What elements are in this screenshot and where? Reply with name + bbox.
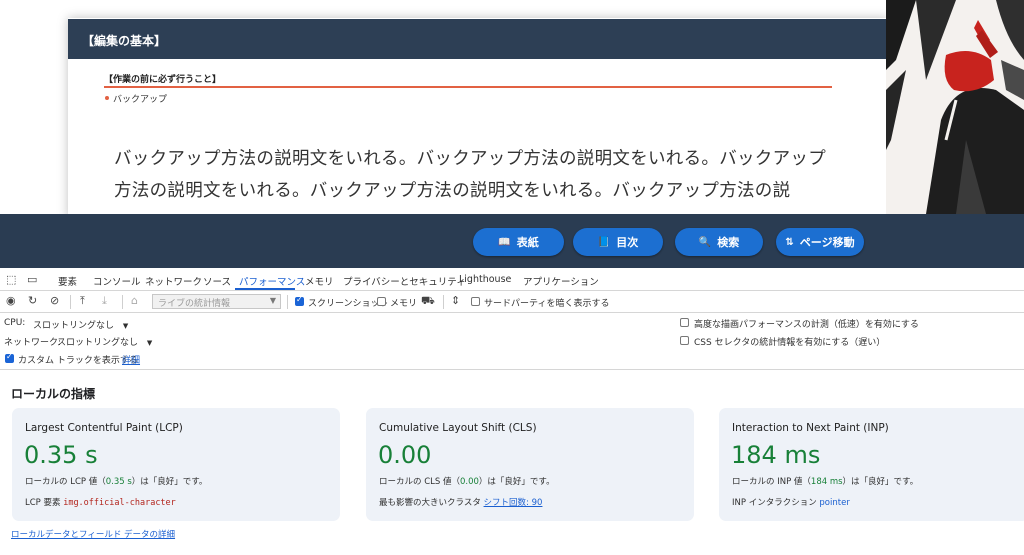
toc-button[interactable]: 📘 目次 (573, 228, 663, 256)
toolbar-divider (70, 295, 71, 309)
cpu-throttling-value: スロットリングなし (33, 321, 115, 331)
tab-elements[interactable]: 要素 (58, 274, 77, 288)
clear-icon[interactable]: ⊘ (50, 295, 59, 307)
page-jump-button-label: ページ移動 (799, 236, 855, 249)
css-selector-stats-label: CSS セレクタの統計情報を有効にする（遅い） (694, 338, 886, 348)
toc-button-label: 目次 (616, 236, 639, 249)
devtools-tabstrip: ⬚ ▭ 要素 コンソール ネットワーク ソース パフォーマンス メモリ プライバ… (0, 268, 1024, 291)
search-button-label: 検索 (717, 236, 740, 249)
tab-application[interactable]: アプリケーション (523, 274, 599, 288)
memory-label: メモリ (390, 299, 418, 309)
third-party-checkbox[interactable] (471, 297, 480, 306)
body-text: バックアップ方法の説明文をいれる。バックアップ方法の説明文をいれる。バックアップ… (114, 149, 826, 201)
download-icon[interactable]: ⤓ (102, 295, 107, 307)
device-toggle-icon[interactable]: ▭ (27, 273, 37, 286)
list-icon: 📘 (597, 236, 611, 248)
reload-record-icon[interactable]: ↻ (28, 295, 37, 307)
metric-description: ローカルの INP 値（184 ms）は「良好」です。 (732, 477, 919, 487)
page-jump-button[interactable]: ⇅ ページ移動 (776, 228, 864, 256)
lcp-element-link[interactable]: img.official-character (63, 498, 176, 508)
advanced-paint-label: 高度な描画パフォーマンスの計測（低速）を有効にする (694, 320, 919, 330)
live-stats-select[interactable]: ライブの統計情報 ▼ (152, 294, 281, 309)
details-link[interactable]: 詳細 (122, 353, 140, 366)
shift-cluster-link[interactable]: シフト回数: 90 (484, 498, 543, 508)
inspect-element-icon[interactable]: ⬚ (6, 273, 16, 286)
field-data-details-link[interactable]: ローカルデータとフィールド データの詳細 (11, 528, 175, 540)
home-icon[interactable]: ⌂ (131, 295, 138, 307)
toolbar-divider (122, 295, 123, 309)
chevron-down-icon: ▼ (146, 339, 153, 347)
metric-name: Largest Contentful Paint (LCP) (25, 422, 183, 434)
metric-name: Cumulative Layout Shift (CLS) (379, 422, 537, 434)
active-tab-indicator (235, 288, 295, 290)
search-icon: 🔍 (698, 236, 712, 248)
metric-description: ローカルの CLS 値（0.00）は「良好」です。 (379, 477, 555, 487)
network-throttling-select[interactable]: スロットリングなし ▼ (57, 335, 152, 348)
custom-track-label: カスタム トラックを表示する (18, 356, 138, 366)
network-label: ネットワーク: (4, 338, 62, 348)
tab-performance[interactable]: パフォーマンス (239, 274, 305, 288)
chevron-down-icon: ▼ (269, 296, 276, 305)
cpu-label: CPU: (4, 318, 26, 328)
sort-arrows-icon: ⇅ (785, 236, 794, 248)
metric-footer: 最も影響の大きいクラスタ シフト回数: 90 (379, 498, 543, 508)
toolbar-divider (443, 295, 444, 309)
css-selector-stats-checkbox[interactable] (680, 336, 689, 345)
note-divider (104, 86, 832, 88)
search-button[interactable]: 🔍 検索 (675, 228, 763, 256)
cover-button[interactable]: 📖 表紙 (473, 228, 564, 256)
lcp-card: Largest Contentful Paint (LCP) 0.35 s ロー… (12, 408, 340, 521)
cpu-throttling-select[interactable]: スロットリングなし ▼ (33, 318, 128, 331)
tab-privacy-security[interactable]: プライバシーとセキュリティ (343, 274, 466, 288)
cls-card: Cumulative Layout Shift (CLS) 0.00 ローカルの… (366, 408, 694, 521)
metric-value: 184 ms (731, 441, 821, 469)
note-title: 【作業の前に必ず行うこと】 (104, 75, 222, 85)
tab-console[interactable]: コンソール (93, 274, 141, 288)
card-title: 【編集の基本】 (68, 19, 888, 59)
screenshot-checkbox[interactable] (295, 295, 304, 306)
third-party-label: サードパーティを暗く表示する (484, 299, 610, 309)
live-stats-placeholder: ライブの統計情報 (158, 299, 231, 309)
tab-lighthouse[interactable]: Lighthouse (459, 274, 511, 285)
bottom-navbar: 📖 表紙 📘 目次 🔍 検索 ⇅ ページ移動 (0, 214, 1024, 268)
tab-network[interactable]: ネットワーク (145, 274, 202, 288)
metric-footer: INP インタラクション pointer (732, 498, 850, 508)
garbage-collect-icon[interactable]: ⛟ (421, 295, 435, 307)
character-artwork (886, 0, 1024, 214)
toolbar-divider (287, 295, 288, 309)
metric-description: ローカルの LCP 値（0.35 s）は「良好」です。 (25, 477, 208, 487)
metric-value: 0.00 (378, 441, 432, 469)
network-throttling-value: スロットリングなし (57, 338, 139, 348)
tab-sources[interactable]: ソース (203, 274, 231, 288)
metric-footer: LCP 要素 img.official-character (25, 498, 176, 508)
custom-track-checkbox[interactable] (5, 352, 14, 363)
settings-toggle-icon[interactable]: ⇕ (451, 295, 460, 307)
inp-interaction-link[interactable]: pointer (819, 498, 849, 508)
metric-name: Interaction to Next Paint (INP) (732, 422, 889, 434)
performance-toolbar: ◉ ↻ ⊘ ⤒ ⤓ ⌂ ライブの統計情報 ▼ スクリーンショット メモリ ⛟ ⇕… (0, 291, 1024, 313)
local-metrics-title: ローカルの指標 (11, 387, 96, 401)
chevron-down-icon: ▼ (122, 322, 129, 330)
upload-icon[interactable]: ⤒ (80, 295, 85, 307)
capture-settings: CPU: スロットリングなし ▼ ネットワーク: スロットリングなし ▼ カスタ… (0, 313, 1024, 370)
inp-card: Interaction to Next Paint (INP) 184 ms ロ… (719, 408, 1024, 521)
bullet-icon (105, 96, 109, 100)
book-icon: 📖 (498, 236, 511, 248)
metric-value: 0.35 s (24, 441, 98, 469)
tab-memory[interactable]: メモリ (305, 274, 334, 288)
record-icon[interactable]: ◉ (6, 295, 16, 307)
memory-checkbox[interactable] (377, 297, 386, 306)
cover-button-label: 表紙 (516, 236, 539, 249)
devtools-panel: ⬚ ▭ 要素 コンソール ネットワーク ソース パフォーマンス メモリ プライバ… (0, 268, 1024, 555)
advanced-paint-checkbox[interactable] (680, 318, 689, 327)
page-preview: 【編集の基本】 【作業の前に必ず行うこと】 バックアップ バックアップ方法の説明… (0, 0, 1024, 214)
note-item: バックアップ (113, 95, 168, 105)
